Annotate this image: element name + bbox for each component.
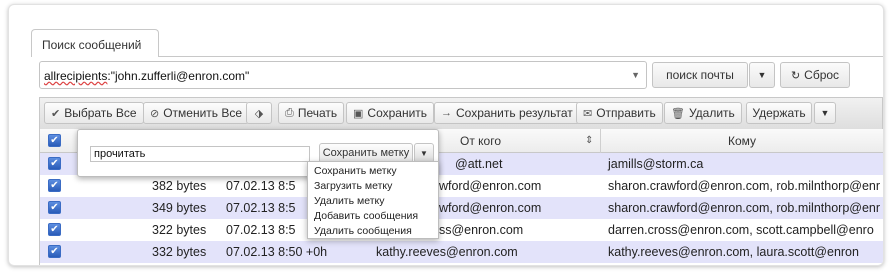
- row-size: 382 bytes: [152, 179, 207, 193]
- delete-button[interactable]: 🗑 Удалить: [664, 102, 742, 124]
- menu-item-load-label[interactable]: Загрузить метку: [308, 179, 438, 194]
- row-to: jamills@storm.ca: [608, 157, 704, 171]
- menu-item-delete-label[interactable]: Удалить метку: [308, 194, 438, 209]
- cancel-icon: ⊘: [150, 107, 160, 120]
- save-label: Сохранить: [367, 106, 428, 120]
- find-mail-dropdown-button[interactable]: ▼: [749, 62, 775, 88]
- row-checkbox[interactable]: ✔: [48, 179, 61, 192]
- select-all-checkbox[interactable]: ✔: [48, 134, 61, 147]
- send-button[interactable]: ✉ Отправить: [576, 102, 663, 124]
- send-label: Отправить: [596, 106, 656, 120]
- select-all-button[interactable]: ✔ Выбрать Все: [44, 102, 144, 124]
- table-row[interactable]: ✔ 322 bytes 07.02.13 8:5 oss@enron.com d…: [40, 219, 883, 241]
- row-checkbox[interactable]: ✔: [48, 223, 61, 236]
- tab-label: Поиск сообщений: [42, 38, 142, 52]
- reset-icon: ↻: [790, 69, 801, 82]
- row-size: 332 bytes: [152, 245, 207, 259]
- arrow-right-icon: →: [441, 107, 452, 119]
- deselect-all-button[interactable]: ⊘ Отменить Все: [143, 102, 250, 124]
- chevron-down-icon: ▼: [757, 70, 767, 80]
- tag-icon: ⬗: [254, 107, 264, 120]
- row-to: sharon.crawford@enron.com, rob.milnthorp…: [608, 201, 881, 215]
- row-size: 349 bytes: [152, 201, 207, 215]
- find-mail-label: поиск почты: [666, 68, 734, 82]
- save-result-button[interactable]: → Сохранить результат: [434, 102, 580, 124]
- save-label-dropdown-button[interactable]: ▼: [414, 143, 434, 163]
- row-to: kathy.reeves@enron.com, laura.scott@enro…: [608, 245, 859, 259]
- row-from: awford@enron.com: [432, 179, 542, 193]
- row-from: @att.net: [455, 157, 503, 171]
- printer-icon: ⎙: [285, 106, 294, 119]
- row-date: 07.02.13 8:5: [226, 223, 296, 237]
- label-menu: Сохранить метку Загрузить метку Удалить …: [307, 161, 439, 239]
- tag-button[interactable]: ⬗: [246, 102, 272, 124]
- trash-icon: 🗑: [671, 107, 685, 120]
- row-date: 07.02.13 8:50 +0h: [226, 245, 328, 259]
- label-name-input[interactable]: [90, 146, 310, 162]
- envelope-icon: ✉: [583, 107, 593, 120]
- row-from: kathy.reeves@enron.com: [376, 245, 518, 259]
- column-header-from[interactable]: От кого: [460, 134, 501, 148]
- row-checkbox[interactable]: ✔: [48, 157, 61, 170]
- table-row[interactable]: ✔ 349 bytes 07.02.13 8:5 awford@enron.co…: [40, 197, 883, 219]
- app-window: Поиск сообщений allrecipients:"john.zuff…: [8, 4, 884, 266]
- row-to: darren.cross@enron.com, scott.campbell@e…: [608, 223, 874, 237]
- table-row[interactable]: ✔ 382 bytes 07.02.13 8:5 awford@enron.co…: [40, 175, 883, 197]
- hold-button[interactable]: Удержать: [746, 102, 812, 124]
- row-checkbox[interactable]: ✔: [48, 201, 61, 214]
- row-from: oss@enron.com: [432, 223, 524, 237]
- search-query: allrecipients:"john.zufferli@enron.com": [44, 69, 250, 83]
- toolbar: ✔ Выбрать Все ⊘ Отменить Все ⬗ ⎙ Печать …: [39, 97, 883, 129]
- reset-button[interactable]: ↻ Сброс: [780, 62, 850, 88]
- row-date: 07.02.13 8:5: [226, 201, 296, 215]
- chevron-down-icon: ▼: [820, 108, 830, 118]
- chevron-down-icon: ▼: [420, 148, 428, 158]
- menu-item-add-messages[interactable]: Добавить сообщения: [308, 209, 438, 224]
- delete-label: Удалить: [688, 106, 735, 120]
- row-size: 322 bytes: [152, 223, 207, 237]
- tab-search-messages[interactable]: Поиск сообщений: [31, 29, 159, 57]
- find-mail-button[interactable]: поиск почты: [652, 62, 748, 88]
- deselect-all-label: Отменить Все: [163, 106, 243, 120]
- select-all-label: Выбрать Все: [64, 106, 137, 120]
- print-button[interactable]: ⎙ Печать: [278, 102, 345, 124]
- column-header-to[interactable]: Кому: [728, 134, 756, 148]
- reset-label: Сброс: [804, 68, 840, 82]
- menu-item-save-label[interactable]: Сохранить метку: [308, 164, 438, 179]
- column-separator: [600, 129, 601, 153]
- table-row[interactable]: ✔ 332 bytes 07.02.13 8:50 +0h kathy.reev…: [40, 241, 883, 263]
- hold-dropdown-button[interactable]: ▼: [814, 102, 836, 124]
- check-icon: ✔: [51, 107, 61, 120]
- save-button[interactable]: ▣ Сохранить: [346, 102, 435, 124]
- search-input[interactable]: allrecipients:"john.zufferli@enron.com" …: [39, 61, 647, 89]
- save-label-button-text: Сохранить метку: [322, 147, 410, 159]
- row-to: sharon.crawford@enron.com, rob.milnthorp…: [608, 179, 881, 193]
- save-icon: ▣: [353, 107, 364, 120]
- search-dropdown-icon[interactable]: ▼: [631, 70, 640, 80]
- save-result-label: Сохранить результат: [456, 106, 573, 120]
- sort-icon[interactable]: ⇕: [585, 135, 593, 146]
- print-label: Печать: [297, 106, 338, 120]
- row-checkbox[interactable]: ✔: [48, 245, 61, 258]
- hold-label: Удержать: [752, 106, 806, 120]
- row-date: 07.02.13 8:5: [226, 179, 296, 193]
- save-label-button[interactable]: Сохранить метку: [319, 143, 413, 163]
- menu-item-delete-messages[interactable]: Удалить сообщения: [308, 224, 438, 239]
- row-from: awford@enron.com: [432, 201, 542, 215]
